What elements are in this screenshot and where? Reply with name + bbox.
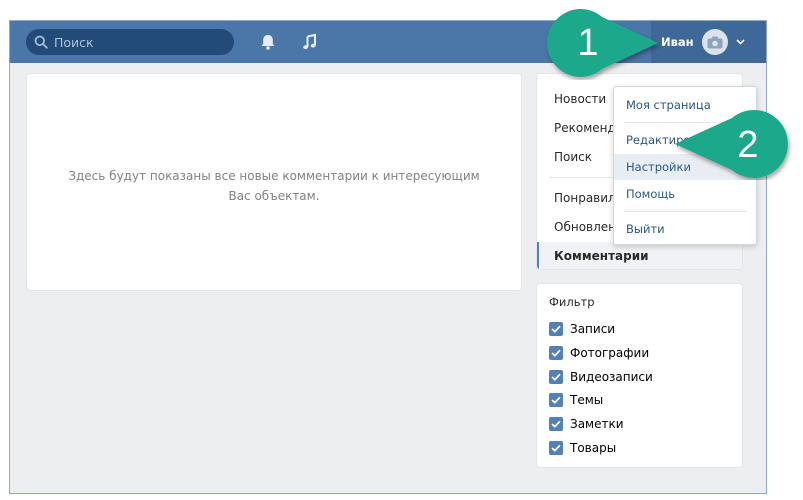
filter-option-label: Видеозаписи: [570, 370, 653, 384]
empty-feed-message: Здесь будут показаны все новые комментар…: [68, 169, 480, 203]
checkbox-checked[interactable]: [549, 417, 563, 431]
filter-option-label: Записи: [570, 322, 616, 336]
menu-item-logout[interactable]: Выйти: [614, 216, 756, 242]
checkbox-checked[interactable]: [549, 346, 563, 360]
user-name: Иван: [661, 35, 694, 49]
check-icon: [551, 396, 561, 404]
callout-number-1: 1: [577, 22, 598, 64]
filter-option-photos[interactable]: Фотографии: [549, 344, 649, 362]
check-icon: [551, 349, 561, 357]
checkbox-checked[interactable]: [549, 322, 563, 336]
chevron-down-icon: [736, 39, 745, 45]
check-icon: [551, 444, 561, 452]
search-placeholder: Поиск: [54, 34, 94, 50]
check-icon: [551, 420, 561, 428]
browser-window: Поиск Иван Здесь будут показаны все новы…: [9, 20, 767, 494]
menu-divider: [624, 211, 746, 212]
filter-card: Фильтр Записи Фотографии Видеозаписи Тем…: [536, 283, 743, 468]
filter-title: Фильтр: [549, 295, 595, 309]
filter-option-videos[interactable]: Видеозаписи: [549, 368, 653, 386]
search-icon: [34, 35, 48, 49]
music-icon[interactable]: [300, 32, 320, 52]
callout-arrow-1: 1: [547, 9, 658, 77]
checkbox-checked[interactable]: [549, 370, 563, 384]
check-icon: [551, 373, 561, 381]
filter-option-products[interactable]: Товары: [549, 439, 616, 457]
filter-option-posts[interactable]: Записи: [549, 320, 615, 338]
filter-option-notes[interactable]: Заметки: [549, 415, 624, 433]
comments-feed-card: Здесь будут показаны все новые комментар…: [26, 73, 522, 291]
filter-option-label: Темы: [570, 393, 604, 407]
filter-option-topics[interactable]: Темы: [549, 391, 603, 409]
filter-option-label: Фотографии: [570, 346, 650, 360]
callout-number-2: 2: [737, 124, 758, 166]
bell-icon[interactable]: [258, 32, 278, 52]
filter-option-label: Товары: [570, 441, 617, 455]
user-menu-button[interactable]: Иван: [651, 21, 766, 63]
menu-item-help[interactable]: Помощь: [614, 181, 756, 207]
checkbox-checked[interactable]: [549, 393, 563, 407]
avatar: [701, 29, 728, 55]
callout-arrow-2: 2: [675, 110, 788, 178]
camera-icon: [707, 36, 723, 48]
checkbox-checked[interactable]: [549, 441, 563, 455]
check-icon: [551, 325, 561, 333]
search-input[interactable]: Поиск: [26, 29, 234, 55]
nav-item-comments[interactable]: Комментарии: [537, 242, 742, 269]
filter-option-label: Заметки: [570, 417, 624, 431]
